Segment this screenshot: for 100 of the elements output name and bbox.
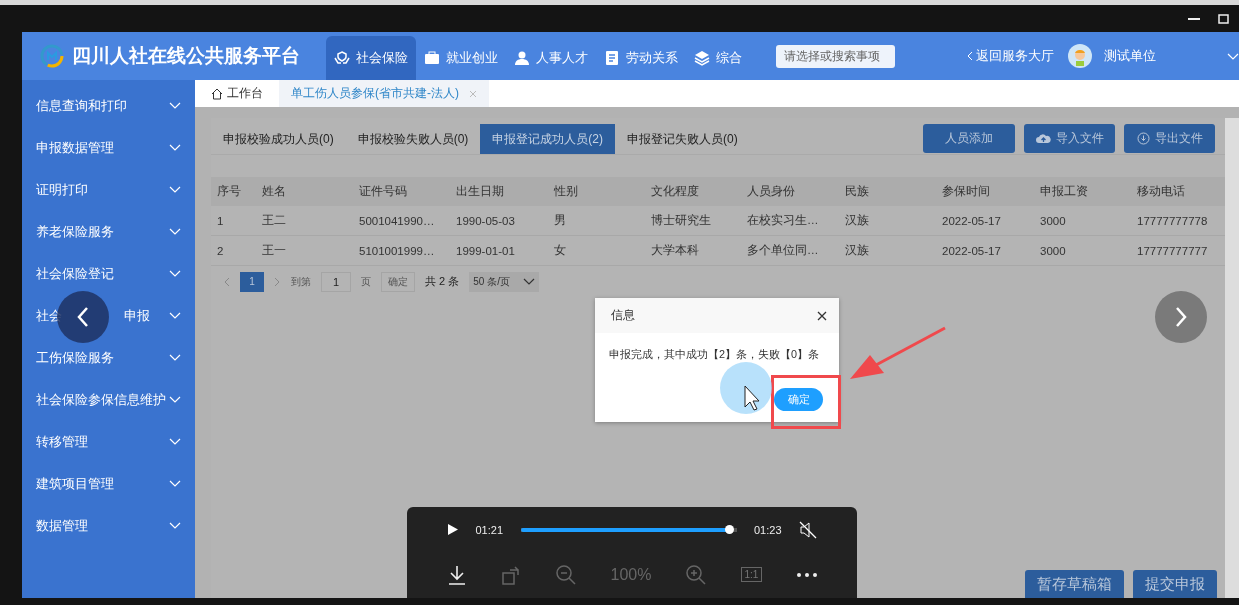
nav-tab[interactable]: 社会保险 [326, 36, 416, 80]
table-cell: 2022-05-17 [936, 236, 1034, 266]
play-icon[interactable] [447, 523, 458, 536]
result-tab[interactable]: 申报校验成功人员(0) [211, 124, 346, 154]
table-cell: 在校实习生… [741, 206, 839, 236]
layers-icon [694, 50, 710, 66]
footer-button[interactable]: 暂存草稿箱 [1025, 570, 1124, 598]
sidebar-item[interactable]: 养老保险服务 [22, 211, 195, 253]
table-cell: 王二 [256, 206, 353, 236]
chevron-down-icon [169, 354, 181, 362]
highlight-box [771, 375, 841, 429]
close-icon[interactable] [817, 310, 827, 321]
table-cell: 汉族 [839, 236, 936, 266]
footer-button[interactable]: 提交申报 [1133, 570, 1217, 598]
muted-speaker-icon[interactable] [799, 520, 817, 539]
column-header: 文化程度 [645, 177, 741, 206]
sidebar-item[interactable]: 社会保险参保信息维护 [22, 379, 195, 421]
sidebar-item[interactable]: 转移管理 [22, 421, 195, 463]
total-count: 共 2 条 [425, 274, 460, 289]
result-tab[interactable]: 申报登记失败人员(0) [615, 124, 750, 154]
table-cell: 5101001999… [353, 236, 450, 266]
sidebar-item-label: 转移管理 [36, 433, 88, 451]
chevron-down-icon [169, 396, 181, 404]
dialog-message: 申报完成，其中成功【2】条，失败【0】条 [608, 347, 820, 362]
sidebar-item-label: 养老保险服务 [36, 223, 114, 241]
download-icon[interactable] [447, 564, 467, 585]
progress-slider[interactable] [520, 525, 737, 534]
sidebar-item[interactable]: 建筑项目管理 [22, 463, 195, 505]
nav-tab[interactable]: 综合 [686, 36, 750, 80]
search-field[interactable]: 请选择或搜索事项 [776, 44, 895, 68]
result-tab[interactable]: 申报校验失败人员(0) [345, 124, 481, 154]
sidebar-item-label: 社会保险参保信息维护 [36, 391, 166, 409]
zoom-out-icon[interactable] [556, 564, 577, 585]
zoom-level: 100% [610, 565, 652, 584]
table-cell: 1 [211, 206, 256, 236]
toolbar-button[interactable]: 导入文件 [1024, 124, 1115, 153]
elapsed-time: 01:21 [475, 523, 503, 536]
column-header: 出生日期 [450, 177, 548, 206]
download-icon [1136, 132, 1150, 145]
column-header: 参保时间 [936, 177, 1034, 206]
chevron-down-icon [169, 480, 181, 488]
nav-tab[interactable]: 人事人才 [506, 36, 596, 80]
page-number[interactable]: 1 [240, 271, 264, 292]
site-title: 四川人社在线公共服务平台 [72, 44, 300, 68]
cloud-upload-icon [1035, 133, 1051, 144]
table-cell: 王一 [256, 236, 353, 266]
sidebar-item[interactable]: 工伤保险服务 [22, 337, 195, 379]
nav-tab[interactable]: 劳动关系 [596, 36, 686, 80]
sidebar-item-label: 工伤保险服务 [36, 349, 114, 367]
column-header: 姓名 [256, 177, 353, 206]
home-icon [211, 87, 223, 100]
page-size-select[interactable]: 50 条/页 [469, 271, 540, 292]
column-header: 序号 [211, 177, 256, 206]
table-cell: 1999-01-01 [450, 236, 548, 266]
sidebar-item-label: 社会 [36, 307, 62, 325]
document-icon [604, 50, 620, 66]
chevron-down-icon [1227, 53, 1239, 61]
result-tab[interactable]: 申报登记成功人员(2) [480, 124, 615, 154]
user-name[interactable]: 测试单位 [1104, 47, 1156, 65]
actual-size-button[interactable]: 1:1 [740, 567, 763, 582]
page-input[interactable]: 1 [321, 271, 351, 292]
hands-shield-icon [334, 50, 350, 66]
confirm-button[interactable]: 确定 [774, 388, 823, 411]
zoom-in-icon[interactable] [686, 564, 706, 585]
back-link[interactable]: 返回服务大厅 [966, 47, 1054, 65]
scrollbar[interactable] [1225, 118, 1239, 598]
goto-label: 到第 [291, 274, 311, 289]
progress-thumb[interactable] [725, 525, 735, 534]
column-header: 民族 [839, 177, 936, 206]
chevron-down-icon [169, 438, 181, 446]
table-cell: 2 [211, 236, 256, 266]
table-cell: 汉族 [839, 206, 936, 236]
chevron-down-icon [169, 228, 181, 236]
sidebar-item[interactable]: 信息查询和打印 [22, 85, 195, 127]
table-cell: 2022-05-17 [936, 206, 1034, 236]
sidebar-item[interactable]: 社会保险登记 [22, 253, 195, 295]
sidebar-item[interactable]: 证明打印 [22, 169, 195, 211]
maximize-icon[interactable] [1218, 13, 1229, 24]
minimize-icon[interactable] [1188, 17, 1200, 20]
confirm-button[interactable]: 确定 [381, 271, 415, 292]
nav-tab[interactable]: 就业创业 [416, 36, 506, 80]
sidebar-item[interactable]: 社会 申报 [22, 295, 195, 337]
column-header: 移动电话 [1131, 177, 1225, 206]
duration-time: 01:23 [754, 523, 782, 536]
chevron-down-icon [169, 522, 181, 530]
sidebar-item-label: 申报数据管理 [36, 139, 114, 157]
table-cell: 大学本科 [645, 236, 741, 266]
cursor-icon [744, 385, 760, 411]
toolbar-button[interactable]: 导出文件 [1124, 124, 1215, 153]
sidebar-item-label: 建筑项目管理 [36, 475, 114, 493]
chevron-right-icon [1175, 306, 1187, 328]
person-icon [514, 50, 530, 66]
column-header: 证件号码 [353, 177, 450, 206]
avatar-icon [1068, 44, 1092, 68]
toolbar-button[interactable]: 人员添加 [923, 124, 1015, 153]
more-icon[interactable] [796, 572, 817, 577]
page-tab[interactable]: 单工伤人员参保(省市共建-法人) [279, 80, 489, 107]
sidebar-item[interactable]: 申报数据管理 [22, 127, 195, 169]
sidebar-item[interactable]: 数据管理 [22, 505, 195, 547]
sidebar-item-label: 申报 [124, 307, 150, 325]
